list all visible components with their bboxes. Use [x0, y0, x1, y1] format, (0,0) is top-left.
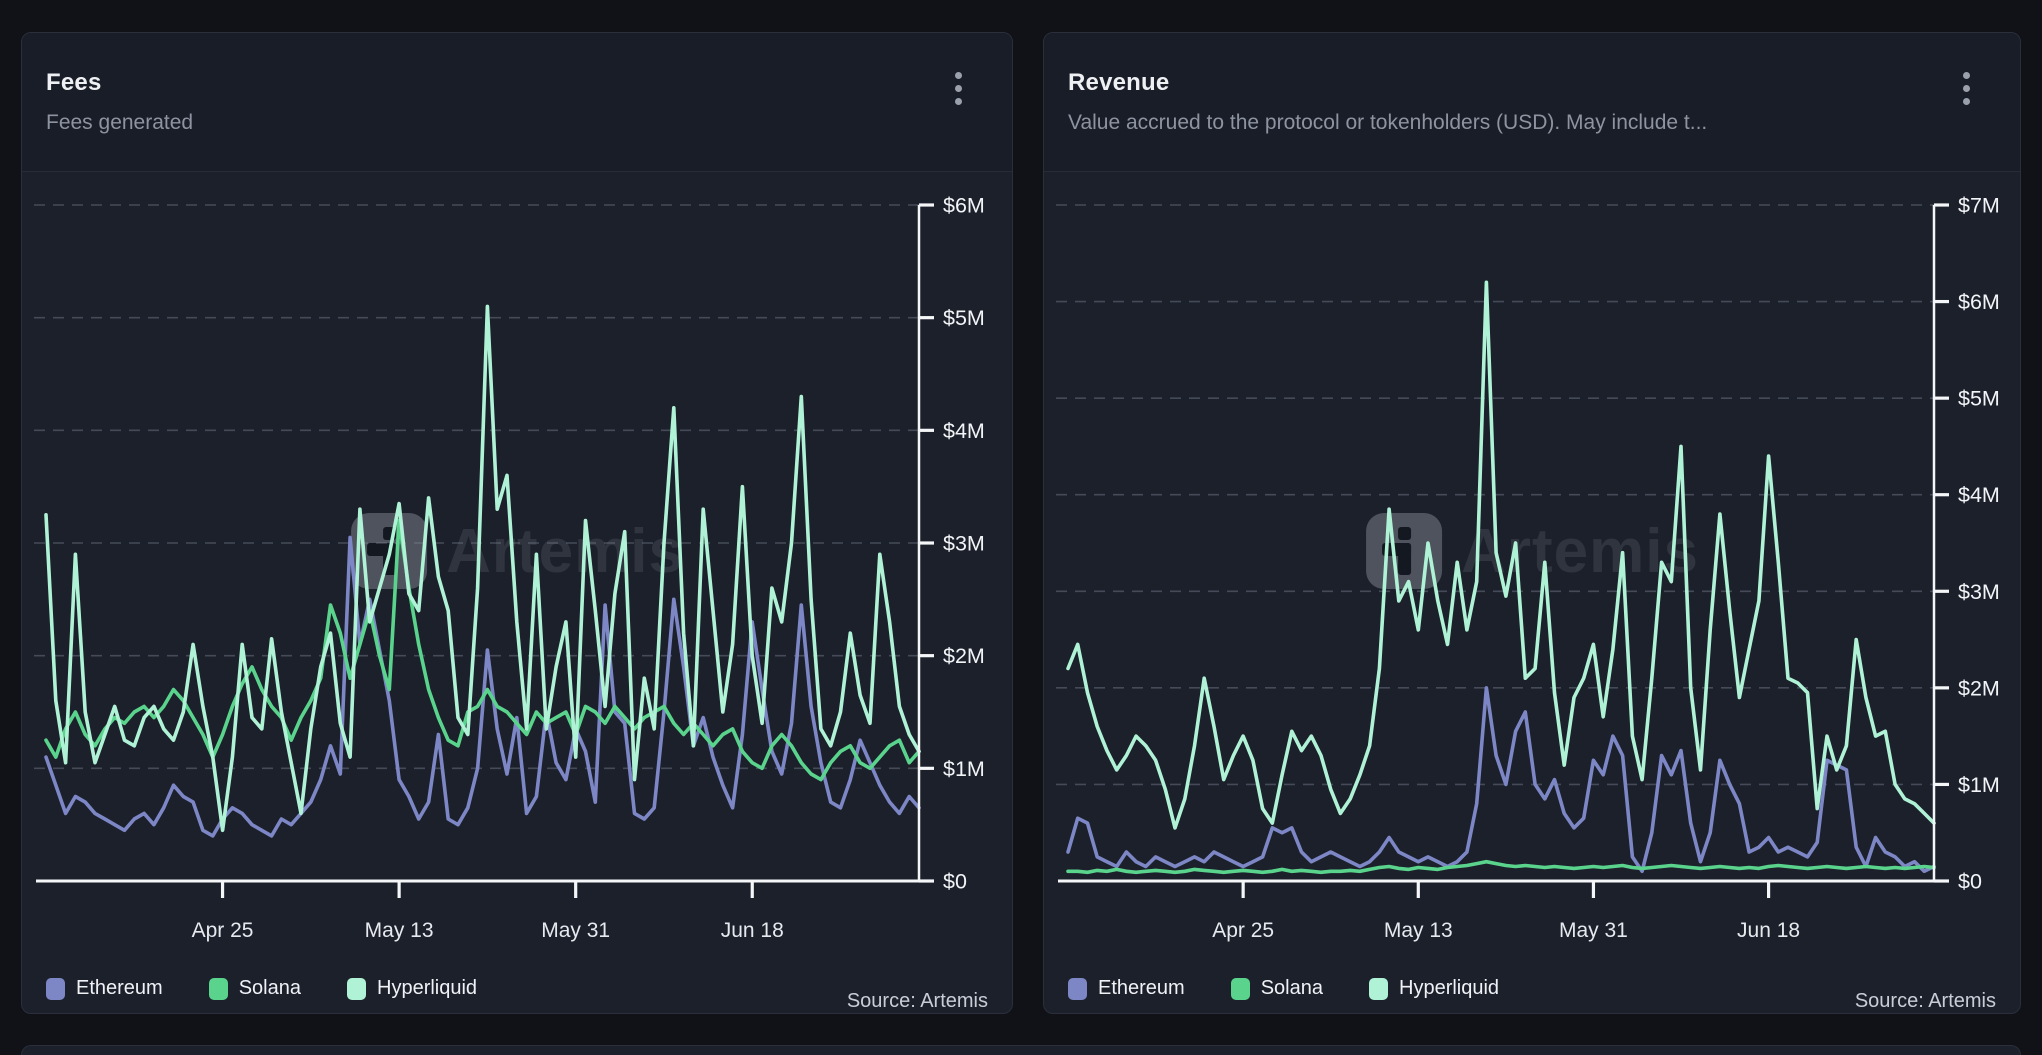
source-attribution: Source: Artemis [1855, 990, 1996, 1013]
x-tick-label: Jun 18 [1737, 919, 1800, 942]
y-tick-label: $0 [1958, 870, 1982, 894]
legend-label: Ethereum [76, 977, 163, 1000]
legend-swatch-icon [1068, 978, 1087, 1000]
fees-chart[interactable]: $0 $1M $2M $3M $4M $5M $6M Apr 25 May 13 May 31 Ju… [22, 33, 1013, 1014]
y-tick-label: $1M [943, 757, 985, 781]
legend-item-ethereum[interactable]: Ethereum [46, 977, 163, 1000]
x-tick-label: May 13 [365, 919, 434, 942]
fees-card: Fees Fees generated Artemis $0$1M$2M$3M$… [21, 32, 1013, 1014]
legend-swatch-icon [46, 978, 65, 1000]
x-tick-label: Jun 18 [721, 919, 784, 942]
y-tick-label: $2M [943, 644, 985, 668]
series-line-hyperliquid [1068, 282, 1934, 828]
y-tick-label: $1M [1958, 773, 2000, 797]
y-tick-label: $2M [1958, 676, 2000, 700]
y-tick-label: $6M [1958, 290, 2000, 314]
legend-swatch-icon [347, 978, 366, 1000]
legend-label: Hyperliquid [377, 977, 477, 1000]
y-tick-label: $6M [943, 194, 985, 218]
series-line-solana [1068, 862, 1934, 873]
y-tick-label: $5M [943, 306, 985, 330]
legend-item-solana[interactable]: Solana [209, 977, 301, 1000]
x-tick-label: Apr 25 [192, 919, 254, 942]
legend-item-solana[interactable]: Solana [1231, 977, 1323, 1000]
legend-label: Solana [239, 977, 301, 1000]
revenue-chart[interactable]: $0 $1M $2M $3M $4M $5M $6M $7M Apr 25 May 13 May 3… [1044, 33, 2021, 1014]
y-tick-label: $4M [1958, 483, 2000, 507]
y-tick-label: $5M [1958, 387, 2000, 411]
x-tick-label: May 31 [541, 919, 610, 942]
revenue-card: Revenue Value accrued to the protocol or… [1043, 32, 2021, 1014]
revenue-legend: Ethereum Solana Hyperliquid [1068, 977, 1499, 1000]
y-tick-label: $7M [1958, 194, 2000, 218]
fees-legend: Ethereum Solana Hyperliquid [46, 977, 477, 1000]
legend-swatch-icon [1231, 978, 1250, 1000]
legend-label: Ethereum [1098, 977, 1185, 1000]
y-tick-label: $4M [943, 419, 985, 443]
y-tick-label: $0 [943, 870, 967, 894]
legend-item-hyperliquid[interactable]: Hyperliquid [1369, 977, 1499, 1000]
y-tick-label: $3M [1958, 580, 2000, 604]
x-tick-label: May 31 [1559, 919, 1628, 942]
next-row-card-edge [21, 1045, 2021, 1055]
legend-item-ethereum[interactable]: Ethereum [1068, 977, 1185, 1000]
x-tick-label: Apr 25 [1212, 919, 1274, 942]
legend-item-hyperliquid[interactable]: Hyperliquid [347, 977, 477, 1000]
legend-swatch-icon [209, 978, 228, 1000]
series-line-hyperliquid [46, 306, 919, 830]
legend-swatch-icon [1369, 978, 1388, 1000]
y-tick-label: $3M [943, 532, 985, 556]
source-attribution: Source: Artemis [847, 990, 988, 1013]
legend-label: Hyperliquid [1399, 977, 1499, 1000]
legend-label: Solana [1261, 977, 1323, 1000]
x-tick-label: May 13 [1384, 919, 1453, 942]
